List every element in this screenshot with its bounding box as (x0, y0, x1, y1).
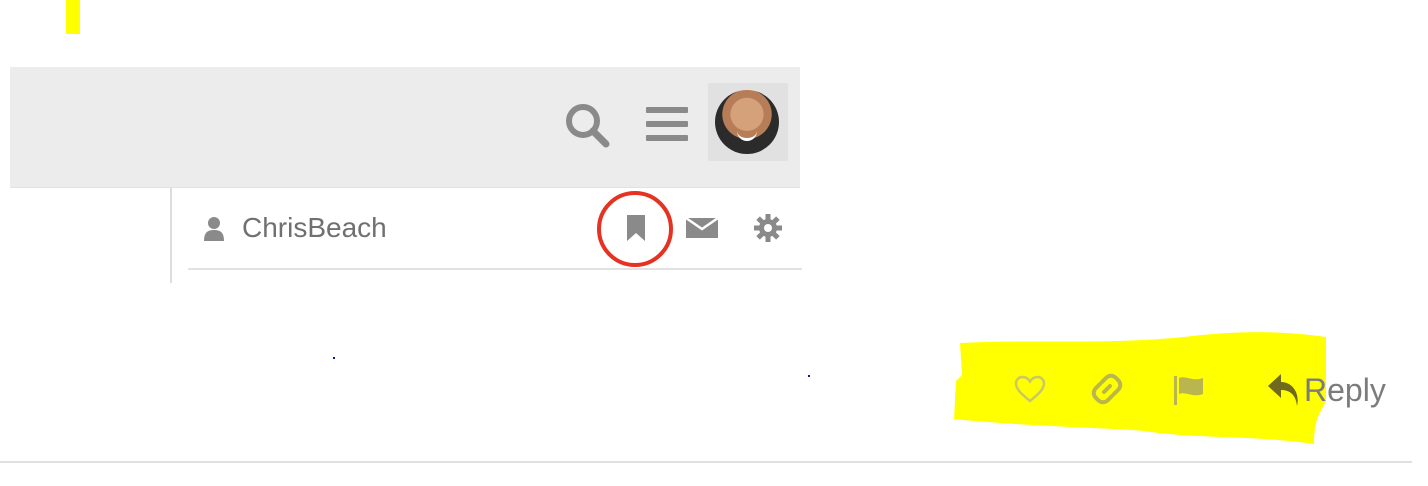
flag-icon[interactable] (1172, 375, 1206, 405)
user-icon (204, 217, 224, 241)
blue-speck (808, 375, 810, 377)
link-icon[interactable] (1090, 372, 1124, 406)
embedded-screenshot: ChrisBeach (10, 67, 802, 283)
bookmark-icon[interactable] (626, 214, 646, 242)
mail-icon[interactable] (686, 216, 718, 240)
avatar (715, 90, 779, 154)
panel-divider (188, 268, 802, 270)
reply-button[interactable]: Reply (1266, 368, 1386, 412)
reply-label: Reply (1304, 372, 1386, 408)
user-dropdown-panel: ChrisBeach (170, 188, 802, 283)
top-highlight-mark (66, 0, 80, 34)
gear-icon[interactable] (754, 214, 782, 242)
blue-speck (333, 357, 335, 359)
post-divider (0, 461, 1412, 463)
user-avatar-button[interactable] (708, 83, 788, 161)
site-header (10, 67, 800, 188)
username-link[interactable]: ChrisBeach (242, 211, 387, 245)
menu-icon[interactable] (644, 105, 690, 143)
like-icon[interactable] (1014, 375, 1046, 403)
reply-icon (1268, 374, 1298, 406)
search-icon[interactable] (562, 100, 612, 150)
avatar-smile (737, 130, 757, 141)
